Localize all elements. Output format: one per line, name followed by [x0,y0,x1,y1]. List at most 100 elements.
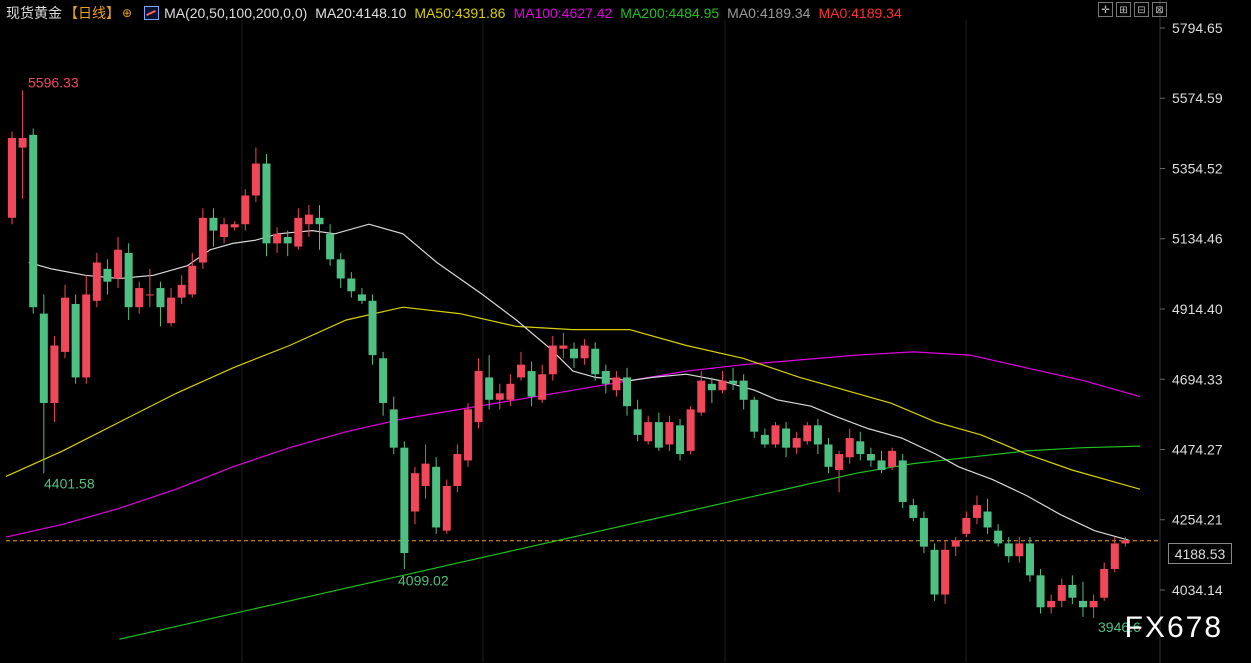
candle-body [951,540,960,547]
candle-body [601,371,610,384]
candle-body [389,409,398,448]
candle-body [983,511,992,528]
candle-body [506,383,515,400]
candle-body [379,358,388,403]
candle-body [919,517,928,547]
candle-body [18,138,27,148]
candle-body [209,217,218,231]
layout-icon[interactable]: ⊞ [1116,2,1131,17]
candle-body [845,438,854,458]
candle-body [495,393,504,400]
candle-body [177,284,186,298]
candle-body [866,454,875,461]
candle-body [336,259,345,279]
candle-body [1047,600,1056,608]
ma100-value: MA100:4627.42 [513,5,613,21]
low-annotation-2: 4099.02 [398,572,449,588]
ma200-value: MA200:4484.95 [620,5,720,21]
candle-body [559,345,568,349]
candlestick-chart: 5794.65 5574.59 5354.52 5134.46 4914.40 4694.… [5,0,1223,663]
candle-body [877,460,886,471]
candle-body [1100,568,1109,598]
candle-body [103,268,112,282]
candle-body [591,348,600,375]
y-tick-label: 5354.52 [1172,161,1223,177]
candle-body [347,278,356,292]
y-tick-label: 5794.65 [1172,20,1223,36]
candle-body [230,224,239,228]
candle-body [198,217,207,263]
candle-body [676,425,685,455]
candle-body [994,530,1003,544]
candle-body [145,294,154,296]
candle-body [644,422,653,442]
candle-body [782,428,791,448]
y-tick-label: 5574.59 [1172,90,1223,106]
candle-body [1036,575,1045,608]
candle-body [739,380,748,400]
candle-body [1089,600,1098,608]
candle-body [750,399,759,432]
candle-body [400,447,409,554]
candle-body [294,217,303,247]
candle-body [1004,543,1013,557]
high-annotation: 5596.33 [28,74,79,90]
candle-body [241,195,250,225]
ma50-value: MA50:4391.86 [414,5,506,21]
candle-body [548,345,557,375]
candle-body [771,425,780,445]
candle-body [760,434,769,445]
candle-body [898,460,907,502]
candle-body [283,236,292,244]
candle-body [50,345,59,403]
candle-body [463,409,472,461]
candle-body [835,454,844,471]
y-tick-label: 4914.40 [1172,301,1223,317]
candle-body [135,288,144,308]
candle-body [432,466,441,528]
candle-body [707,383,716,391]
candle-body [580,345,589,359]
candle-body [888,450,897,467]
ma0-value-red: MA0:4189.34 [818,5,902,21]
y-tick-label: 4694.33 [1172,371,1223,387]
candle-body [856,441,865,455]
low-annotation-1: 4401.58 [44,476,95,492]
candle-body [485,377,494,400]
chart-toolbar: ✛ ⊞ ⊟ ⊠ [1098,2,1167,17]
candle-body [623,377,632,407]
indicator-icon[interactable]: ⊟ [1134,2,1149,17]
candle-body [315,217,324,225]
candle-body [167,297,176,324]
add-icon[interactable]: ⊕ [122,6,132,20]
candle-body [718,380,727,391]
price-axis: 5794.65 5574.59 5354.52 5134.46 4914.40 4694.… [1160,20,1223,598]
candle-body [273,233,282,244]
candle-body [421,463,430,486]
instrument-name[interactable]: 现货黄金 [6,3,62,23]
candle-body [803,425,812,442]
indicator-icon[interactable] [144,6,160,20]
candle-body [941,549,950,595]
ma0-value-gray: MA0:4189.34 [727,5,811,21]
ma-params[interactable]: MA(20,50,100,200,0,0) [164,5,307,21]
crosshair-icon[interactable]: ✛ [1098,2,1113,17]
candle-body [813,425,822,445]
candle-body [474,371,483,423]
candle-body [114,249,123,279]
candle-body [686,409,695,451]
period-label[interactable]: 【日线】 [64,3,120,23]
grid-icon[interactable]: ⊠ [1152,2,1167,17]
candle-body [930,549,939,595]
candle-body [92,262,101,301]
candle-body [304,214,313,225]
chart-header: 现货黄金 【日线】 ⊕ MA(20,50,100,200,0,0) MA20:4… [6,3,910,23]
candle-body [326,233,335,260]
candle-body [1110,543,1119,569]
candle-body [824,444,833,467]
candle-body [39,313,48,403]
candle-body [792,438,801,448]
candle-body [262,163,271,244]
candle-body [1015,543,1024,557]
y-tick-label: 4474.27 [1172,441,1223,457]
